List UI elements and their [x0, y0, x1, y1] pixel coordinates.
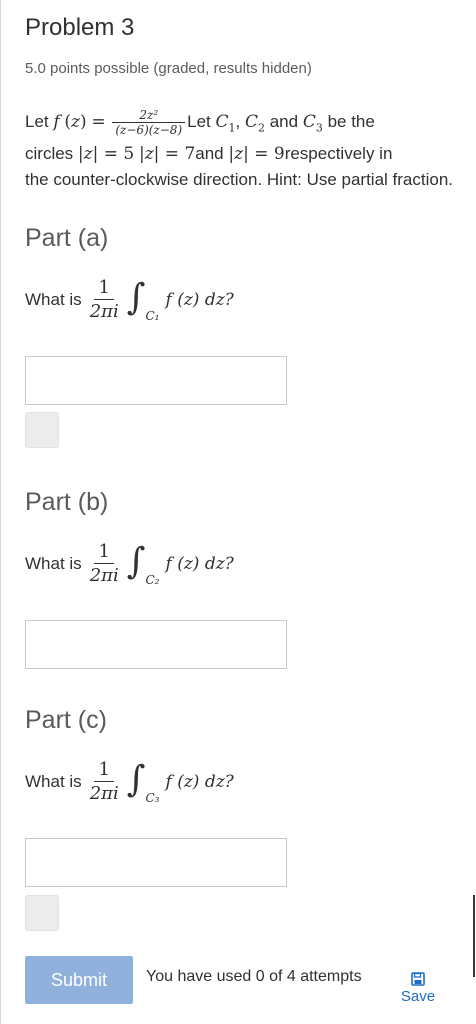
- save-label: Save: [400, 988, 436, 1005]
- part-b-title: Part (b): [25, 488, 109, 516]
- part-c-title: Part (c): [25, 706, 107, 734]
- part-a-title: Part (a): [25, 224, 109, 252]
- submit-button[interactable]: Submit: [25, 956, 133, 1004]
- function-fraction: 2z² (z−6)(z−8): [112, 108, 186, 137]
- part-b-answer-input[interactable]: [25, 620, 287, 669]
- problem-statement: Let f (z) = 2z² (z−6)(z−8) Let C1, C2 an…: [25, 108, 454, 190]
- points-info: 5.0 points possible (graded, results hid…: [25, 60, 312, 77]
- left-border: [0, 0, 1, 1024]
- floppy-disk-icon: [411, 972, 425, 986]
- part-a-status-indicator: [25, 412, 59, 448]
- part-a-question: What is 1 2πi ∫ C₁ f (z) dz?: [25, 276, 234, 324]
- problem-title: Problem 3: [25, 14, 135, 41]
- part-a-answer-input[interactable]: [25, 356, 287, 405]
- part-c-question: What is 1 2πi ∫ C₃ f (z) dz?: [25, 758, 234, 806]
- attempts-text: You have used 0 of 4 attempts: [146, 968, 362, 985]
- scrollbar[interactable]: [473, 895, 475, 977]
- part-c-status-indicator: [25, 895, 59, 931]
- save-button[interactable]: Save: [398, 972, 438, 1005]
- part-c-answer-input[interactable]: [25, 838, 287, 887]
- part-b-question: What is 1 2πi ∫ C₂ f (z) dz?: [25, 540, 234, 588]
